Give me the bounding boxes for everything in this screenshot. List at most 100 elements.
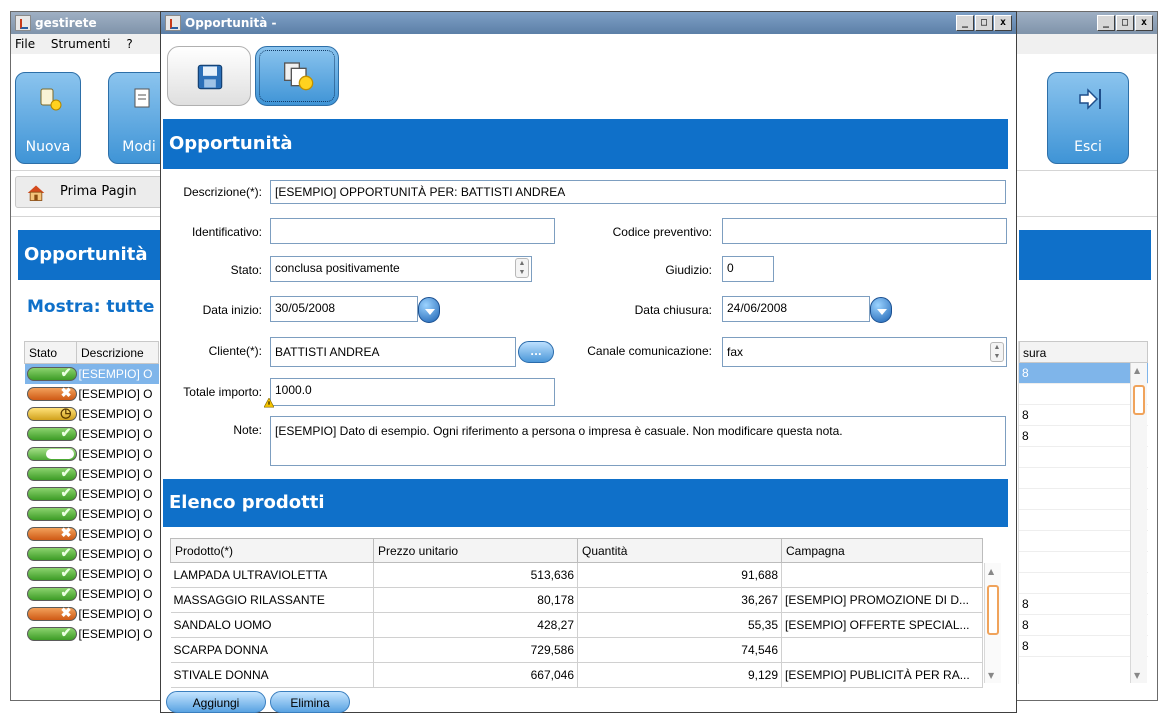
product-campagna-cell: [ESEMPIO] PUBLICITÀ PER RA... [781,662,983,688]
product-row[interactable]: STIVALE DONNA 667,046 9,129 [ESEMPIO] PUBLI… [170,662,983,688]
column-stato[interactable]: Stato [24,341,77,364]
status-cell [25,544,77,564]
product-quantita-cell: 74,546 [577,637,782,663]
totale-field[interactable]: 1000.0 [270,378,555,406]
minimize-icon[interactable]: _ [1097,15,1115,31]
table-row[interactable]: [ESEMPIO] O [25,464,159,484]
column-campagna[interactable]: Campagna [781,538,983,563]
table-row[interactable]: [ESEMPIO] O [25,624,159,644]
chiusura-cell [1019,552,1148,573]
product-row[interactable]: MASSAGGIO RILASSANTE 80,178 36,267 [ESEMPIO… [170,587,983,613]
menu-help[interactable]: ? [126,37,132,51]
descrizione-field[interactable]: [ESEMPIO] OPPORTUNITÀ PER: BATTISTI ANDR… [270,180,1006,204]
product-quantita-cell: 91,688 [577,562,782,588]
maximize-icon[interactable]: □ [975,15,993,31]
codice-preventivo-field[interactable] [722,218,1007,244]
column-descrizione[interactable]: Descrizione [76,341,159,364]
table-row[interactable]: [ESEMPIO] O [25,524,159,544]
background-table-scrollbar[interactable]: ▲ ▼ [1130,363,1147,683]
status-cell [25,584,77,604]
chiusura-cell: 8 [1019,363,1148,384]
stato-value: conclusa positivamente [275,261,400,275]
aggiungi-button[interactable]: Aggiungi [166,691,266,713]
table-row[interactable]: [ESEMPIO] O [25,484,159,504]
stato-spinner-icon[interactable]: ▲ ▼ [515,258,529,278]
stato-select[interactable]: conclusa positivamente ▲ ▼ [270,256,532,282]
esci-label: Esci [1074,139,1102,155]
products-scrollbar[interactable]: ▲ ▼ [984,563,1001,683]
chiusura-cell: 8 [1019,594,1148,615]
scroll-thumb[interactable] [1133,385,1145,415]
filter-value[interactable]: tutte [106,297,154,317]
dialog-titlebar[interactable]: Opportunità - _ □ x [161,12,1016,34]
data-inizio-field[interactable]: 30/05/2008 [270,296,418,322]
background-window-title: gestirete [35,16,97,30]
home-tab[interactable]: Prima Pagin [15,176,165,208]
column-quantita[interactable]: Quantità [577,538,782,563]
products-table: Prodotto(*) Prezzo unitario Quantità Cam… [170,538,983,688]
product-row[interactable]: LAMPADA ULTRAVIOLETTA 513,636 91,688 [170,562,983,588]
menu-file[interactable]: File [15,37,35,51]
floppy-disk-icon [197,64,223,90]
identificativo-field[interactable] [270,218,555,244]
status-cell [25,504,77,524]
menu-strumenti[interactable]: Strumenti [51,37,111,51]
table-row[interactable]: [ESEMPIO] O [25,384,159,404]
giudizio-label: Giudizio: [665,263,712,277]
nuova-button[interactable]: Nuova [15,72,81,164]
save-button[interactable] [167,46,251,106]
product-row[interactable]: SCARPA DONNA 729,586 74,546 [170,637,983,663]
home-icon [27,185,45,201]
column-prezzo[interactable]: Prezzo unitario [373,538,578,563]
scroll-down-icon[interactable]: ▼ [1134,671,1140,680]
new-product-button[interactable] [255,46,339,106]
giudizio-field[interactable]: 0 [722,256,774,282]
table-row[interactable]: [ESEMPIO] O [25,424,159,444]
close-icon[interactable]: x [994,15,1012,31]
cliente-field[interactable]: BATTISTI ANDREA [270,337,516,367]
table-row[interactable]: [ESEMPIO] O [25,444,159,464]
product-row[interactable]: SANDALO UOMO 428,27 55,35 [ESEMPIO] OFFERTE… [170,612,983,638]
background-section-title: Opportunità [18,230,163,280]
minimize-icon[interactable]: _ [956,15,974,31]
product-prezzo-cell: 428,27 [373,612,578,638]
chiusura-cell [1019,531,1148,552]
status-cell [25,364,77,384]
data-chiusura-field[interactable]: 24/06/2008 [722,296,870,322]
scroll-up-icon[interactable]: ▲ [988,567,994,576]
description-cell: [ESEMPIO] O [78,586,153,601]
column-chiusura[interactable]: sura [1019,341,1148,363]
data-chiusura-calendar-icon[interactable] [870,297,892,323]
status-cell [25,444,77,464]
table-row[interactable]: [ESEMPIO] O [25,404,159,424]
table-row[interactable]: [ESEMPIO] O [25,544,159,564]
opportunities-table-body: [ESEMPIO] O [ESEMPIO] O [ESEMPIO] O [ESEMPI… [24,363,159,644]
status-ok-icon [26,465,77,481]
product-prezzo-cell: 729,586 [373,637,578,663]
product-campagna-cell: [ESEMPIO] PROMOZIONE DI D... [781,587,983,613]
esci-button[interactable]: Esci [1047,72,1129,164]
exit-arrow-icon [1079,88,1101,110]
elimina-button[interactable]: Elimina [270,691,350,713]
table-row[interactable]: [ESEMPIO] O [25,604,159,624]
data-inizio-calendar-icon[interactable] [418,297,440,323]
scroll-up-icon[interactable]: ▲ [1134,366,1140,375]
close-icon[interactable]: x [1135,15,1153,31]
status-ko-icon [26,385,77,401]
canale-select[interactable]: fax ▲ ▼ [722,337,1007,367]
description-cell: [ESEMPIO] O [78,386,153,401]
table-row[interactable]: [ESEMPIO] O [24,363,159,384]
table-row[interactable]: [ESEMPIO] O [25,504,159,524]
canale-spinner-icon[interactable]: ▲ ▼ [990,342,1004,362]
products-scroll-thumb[interactable] [987,585,999,635]
scroll-down-icon[interactable]: ▼ [988,671,994,680]
status-cell [25,384,77,404]
maximize-icon[interactable]: □ [1116,15,1134,31]
note-field[interactable]: [ESEMPIO] Dato di esempio. Ogni riferime… [270,416,1006,466]
status-cell [25,484,77,504]
column-prodotto[interactable]: Prodotto(*) [170,538,374,563]
identificativo-label: Identificativo: [191,225,262,239]
cliente-lookup-button[interactable]: ... [518,341,554,363]
table-row[interactable]: [ESEMPIO] O [25,564,159,584]
table-row[interactable]: [ESEMPIO] O [25,584,159,604]
